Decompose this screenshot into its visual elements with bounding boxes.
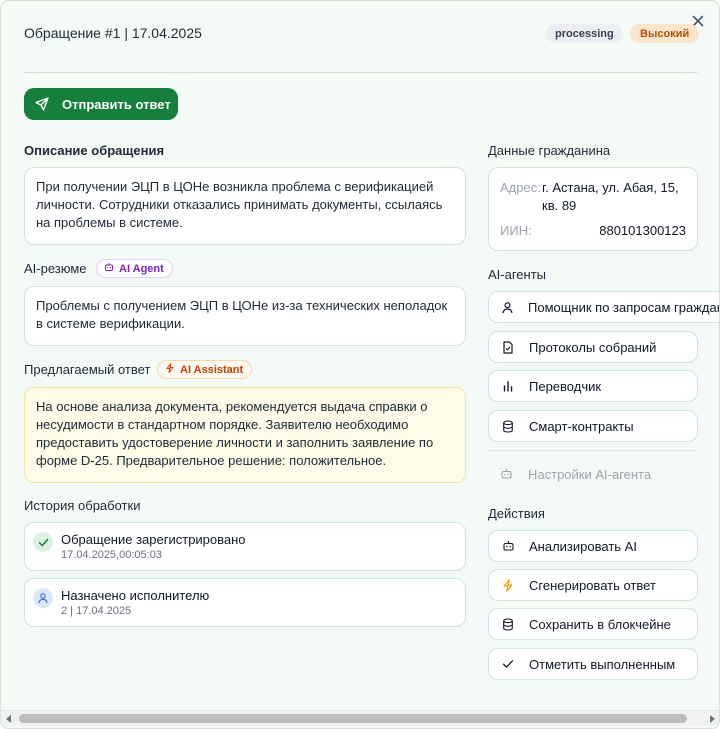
agent-citizen-requests-button[interactable]: Помощник по запросам граждан: [488, 291, 720, 323]
horizontal-scrollbar[interactable]: [1, 710, 719, 726]
analyze-ai-label: Анализировать AI: [529, 538, 637, 554]
address-value-line2: кв. 89: [542, 198, 577, 213]
history-item: Обращение зарегистрировано 17.04.2025,00…: [24, 522, 466, 571]
save-blockchain-button[interactable]: Сохранить в блокчейне: [488, 608, 698, 640]
ai-agent-badge-label: AI Agent: [119, 262, 164, 275]
agent-smart-contracts-label: Смарт-контракты: [529, 418, 634, 434]
ai-assistant-badge-label: AI Assistant: [180, 363, 244, 376]
user-icon: [33, 588, 53, 608]
suggested-reply-heading: Предлагаемый ответ: [24, 362, 151, 377]
agents-divider: [488, 450, 698, 451]
header-divider: [24, 72, 698, 73]
bar-chart-icon: [501, 379, 515, 393]
actions-heading: Действия: [488, 506, 545, 521]
database-icon: [501, 617, 515, 631]
history-item-title: Назначено исполнителю: [61, 588, 210, 603]
ai-agent-settings-button[interactable]: Настройки AI-агента: [488, 461, 698, 487]
agent-meeting-protocols-button[interactable]: Протоколы собраний: [488, 331, 698, 363]
status-badge: processing: [546, 24, 623, 43]
scrollbar-thumb[interactable]: [19, 714, 687, 723]
agent-smart-contracts-button[interactable]: Смарт-контракты: [488, 410, 698, 442]
description-text: При получении ЭЦП в ЦОНе возникла пробле…: [36, 179, 443, 230]
priority-badge: Высокий: [630, 24, 700, 43]
ai-summary-card: Проблемы с получением ЭЦП в ЦОНе из-за т…: [24, 286, 466, 346]
ai-agent-badge: AI Agent: [96, 259, 173, 278]
ai-assistant-badge: AI Assistant: [157, 360, 253, 379]
document-icon: [501, 340, 515, 354]
check-icon: [501, 657, 515, 671]
ai-agent-settings-label: Настройки AI-агента: [528, 466, 652, 482]
ticket-modal: Обращение #1 | 17.04.2025 processing Выс…: [0, 0, 720, 729]
send-icon: [34, 96, 50, 112]
mark-done-label: Отметить выполненным: [529, 656, 676, 672]
ticket-title: Обращение #1 | 17.04.2025: [24, 25, 202, 41]
send-reply-label: Отправить ответ: [62, 96, 171, 112]
agent-meeting-protocols-label: Протоколы собраний: [529, 339, 657, 355]
citizen-card: Адрес: г. Астана, ул. Абая, 15, кв. 89 И…: [488, 167, 698, 251]
history-item-title: Обращение зарегистрировано: [61, 532, 246, 547]
iin-value: 880101300123: [599, 223, 686, 238]
address-value-line1: г. Астана, ул. Абая, 15,: [542, 180, 679, 195]
history-heading: История обработки: [24, 498, 141, 513]
robot-icon: [501, 539, 515, 553]
ai-summary-text: Проблемы с получением ЭЦП в ЦОНе из-за т…: [36, 298, 448, 331]
lightning-icon: [165, 363, 175, 376]
database-icon: [501, 419, 515, 433]
ai-summary-heading: AI-резюме: [24, 261, 87, 276]
mark-done-button[interactable]: Отметить выполненным: [488, 648, 698, 680]
ai-agents-heading: AI-агенты: [488, 267, 547, 282]
scroll-left-icon[interactable]: [4, 714, 14, 724]
history-item-subtitle: 17.04.2025,00:05:03: [61, 549, 162, 561]
address-label: Адрес:: [500, 180, 541, 195]
analyze-ai-button[interactable]: Анализировать AI: [488, 530, 698, 562]
check-icon: [33, 532, 53, 552]
generate-reply-label: Сгенерировать ответ: [529, 577, 656, 593]
scroll-right-icon[interactable]: [707, 714, 717, 724]
agent-citizen-requests-label: Помощник по запросам граждан: [528, 299, 720, 315]
description-heading: Описание обращения: [24, 143, 165, 158]
agent-translator-label: Переводчик: [529, 378, 602, 394]
agent-translator-button[interactable]: Переводчик: [488, 370, 698, 402]
user-icon: [501, 300, 514, 314]
robot-icon: [104, 262, 114, 275]
suggested-reply-text: На основе анализа документа, рекомендует…: [36, 399, 434, 468]
send-reply-button[interactable]: Отправить ответ: [24, 88, 178, 120]
generate-reply-button[interactable]: Сгенерировать ответ: [488, 569, 698, 601]
history-item-subtitle: 2 | 17.04.2025: [61, 605, 132, 617]
lightning-icon: [501, 578, 515, 592]
citizen-heading: Данные гражданина: [488, 143, 611, 158]
save-blockchain-label: Сохранить в блокчейне: [529, 616, 671, 632]
description-card: При получении ЭЦП в ЦОНе возникла пробле…: [24, 167, 466, 245]
suggested-reply-card: На основе анализа документа, рекомендует…: [24, 387, 466, 483]
robot-icon: [500, 467, 514, 481]
history-item: Назначено исполнителю 2 | 17.04.2025: [24, 578, 466, 627]
iin-label: ИИН:: [500, 223, 532, 238]
